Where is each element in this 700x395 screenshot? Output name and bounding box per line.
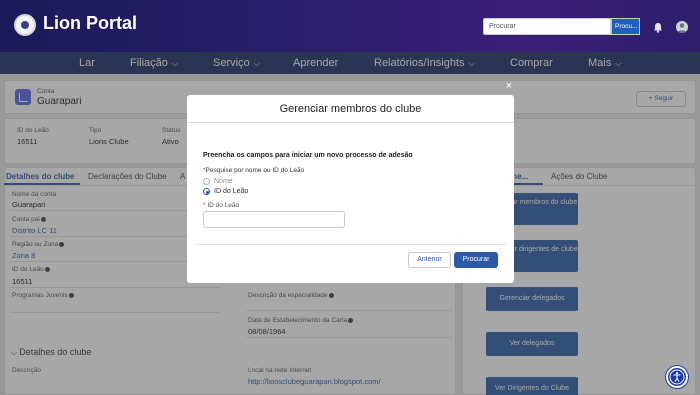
modal-instruction: Preencha os campos para iniciar um novo … bbox=[203, 152, 413, 159]
accessibility-button[interactable] bbox=[666, 366, 688, 388]
modal-footer-divider bbox=[195, 244, 506, 245]
user-avatar[interactable] bbox=[676, 21, 688, 33]
search-submit-button[interactable]: Procurar bbox=[454, 252, 498, 268]
search-by-label-text: Pesquise por nome ou ID do Leão bbox=[205, 167, 305, 174]
manage-members-modal: Gerenciar membros do clube Preencha os c… bbox=[187, 95, 514, 283]
search-by-label: *Pesquise por nome ou ID do Leão bbox=[203, 167, 304, 174]
search-input[interactable] bbox=[483, 18, 611, 35]
search-button[interactable]: Procu... bbox=[611, 18, 640, 35]
id-field-label-text: ID do Leão bbox=[207, 202, 240, 209]
bell-icon[interactable] bbox=[653, 22, 663, 33]
brand-title[interactable]: Lion Portal bbox=[43, 13, 137, 34]
previous-button[interactable]: Anterior bbox=[408, 252, 451, 268]
lion-id-input[interactable] bbox=[203, 211, 345, 228]
lions-logo-icon[interactable] bbox=[14, 14, 36, 36]
user-icon bbox=[677, 23, 687, 33]
radio-name-label[interactable]: Nome bbox=[214, 178, 233, 185]
modal-title: Gerenciar membros do clube bbox=[187, 95, 514, 123]
radio-lion-id-label[interactable]: ID do Leão bbox=[214, 188, 248, 195]
accessibility-icon bbox=[669, 369, 685, 385]
radio-name[interactable] bbox=[203, 178, 210, 185]
id-field-label: * ID do Leão bbox=[203, 202, 239, 209]
radio-lion-id[interactable] bbox=[203, 188, 210, 195]
close-icon[interactable]: × bbox=[504, 81, 514, 92]
required-asterisk: * bbox=[203, 202, 206, 209]
